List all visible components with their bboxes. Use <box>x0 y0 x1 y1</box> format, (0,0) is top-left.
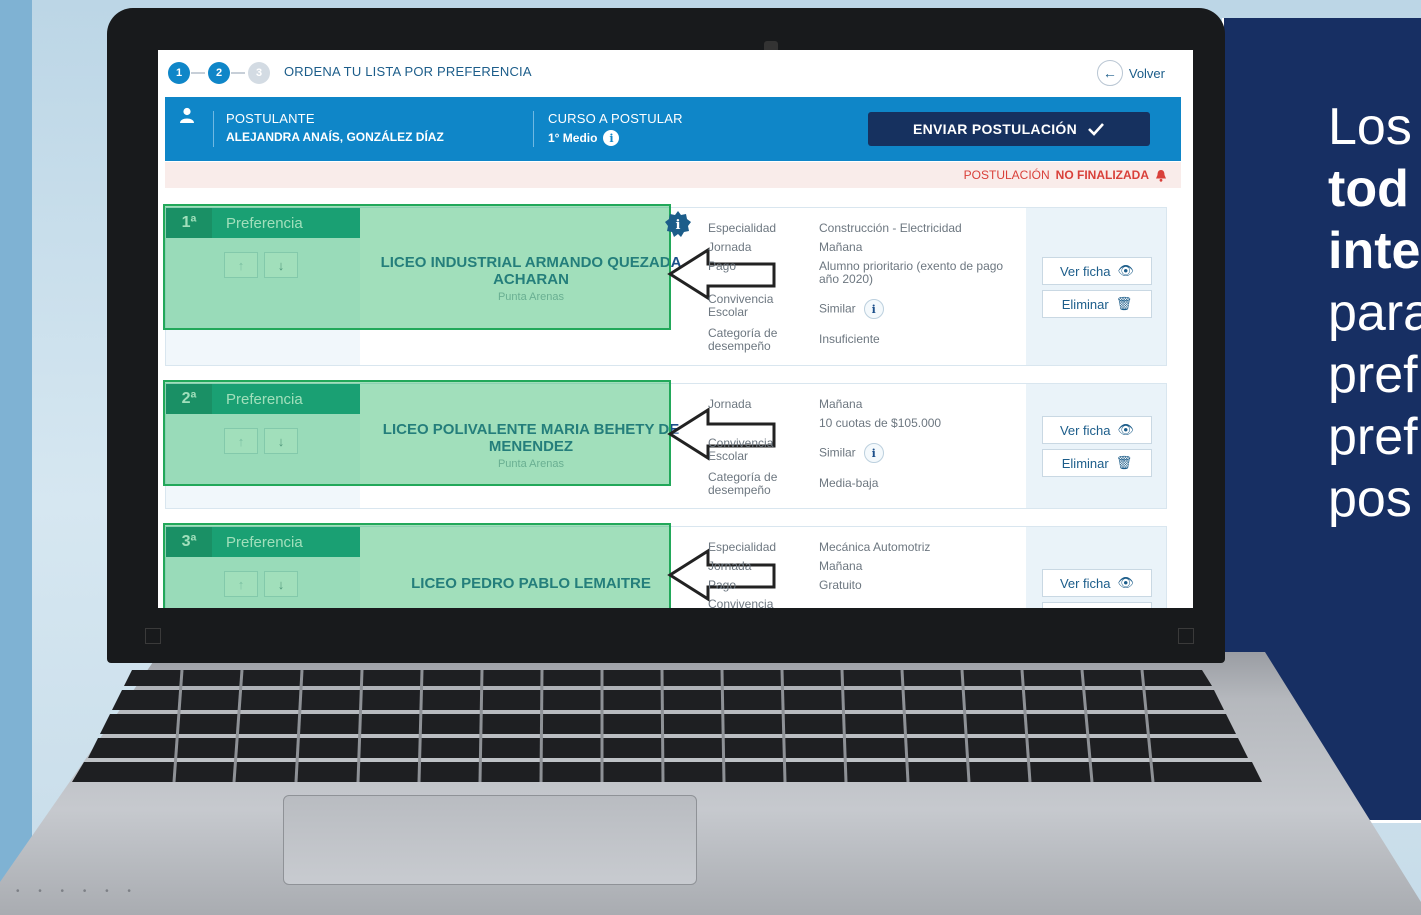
bell-icon <box>1156 169 1166 182</box>
attr-value: Alumno prioritario (exento de pago año 2… <box>819 259 1004 286</box>
status-prefix: POSTULACIÓN <box>963 168 1050 182</box>
svg-text:i: i <box>676 218 681 233</box>
step-connector <box>191 72 205 74</box>
eye-icon: 👁 <box>1117 575 1135 590</box>
side-panel-text: Los tod inte para pref pref pos <box>1328 96 1421 530</box>
attr-value: Similar <box>819 445 856 460</box>
attr-key: Pago <box>708 578 737 592</box>
preference-card-2: 2ª Preferencia ↑ ↓ LICEO POLIVALENTE MAR… <box>163 380 1167 509</box>
status-text: POSTULACIÓN NO FINALIZADA <box>964 168 1167 182</box>
send-application-button[interactable]: ENVIAR POSTULACIÓN <box>868 112 1150 146</box>
attr-key: Especialidad <box>708 540 777 554</box>
steps-title: ORDENA TU LISTA POR PREFERENCIA <box>284 64 532 79</box>
preference-actions: Ver ficha 👁 <box>1026 527 1166 608</box>
preference-actions: Ver ficha 👁 Eliminar 🗑 <box>1026 208 1166 365</box>
eye-icon: 👁 <box>1117 422 1135 437</box>
left-stripe <box>0 0 32 915</box>
highlight-overlay <box>163 380 671 486</box>
highlight-overlay <box>163 523 671 608</box>
view-detail-button[interactable]: Ver ficha 👁 <box>1042 416 1152 444</box>
view-detail-button[interactable]: Ver ficha 👁 <box>1042 569 1152 597</box>
decorative-dots: • • • • • • <box>16 886 139 897</box>
view-detail-label: Ver ficha <box>1059 422 1111 438</box>
step-3[interactable]: 3 <box>248 62 270 84</box>
delete-label: Eliminar <box>1061 296 1109 312</box>
highlight-overlay <box>163 204 671 330</box>
attr-key: Convivencia Escolar <box>708 436 774 463</box>
attr-value: Mañana <box>819 397 863 411</box>
send-label: ENVIAR POSTULACIÓN <box>912 121 1078 137</box>
course-block: CURSO A POSTULAR 1° Medio i <box>533 111 683 147</box>
step-connector <box>231 72 245 74</box>
attr-value: Construcción - Electricidad <box>819 221 962 235</box>
info-icon[interactable]: i <box>863 299 884 319</box>
touchpad <box>283 795 697 885</box>
attr-value: Insuficiente <box>819 332 880 346</box>
attr-key: Categoría de desempeño <box>708 470 778 497</box>
attr-key: Convivencia <box>708 597 774 609</box>
attr-key: Jornada <box>708 397 752 411</box>
user-icon <box>180 107 194 123</box>
side-text-line-bold: inte <box>1328 222 1421 280</box>
step-1[interactable]: 1 <box>168 62 190 84</box>
attr-key: Pago <box>708 259 737 273</box>
attr-value: Mecánica Automotriz <box>819 540 931 554</box>
steps-bar: 1 2 3 ORDENA TU LISTA POR PREFERENCIA ← … <box>158 50 1193 96</box>
back-label: Volver <box>1128 65 1165 81</box>
keyboard <box>72 669 1262 783</box>
delete-button[interactable]: Eliminar 🗑 <box>1042 290 1152 318</box>
view-detail-label: Ver ficha <box>1059 575 1111 591</box>
attr-value: Gratuito <box>819 578 862 592</box>
side-text-line: pref <box>1328 408 1418 466</box>
attr-key: Jornada <box>708 559 752 573</box>
attr-value: Mañana <box>819 559 863 573</box>
attr-key: Categoría de desempeño <box>708 326 778 353</box>
arrow-left-icon <box>667 548 776 602</box>
eye-icon: 👁 <box>1117 263 1135 278</box>
trash-icon: 🗑 <box>1115 455 1133 470</box>
delete-label: Eliminar <box>1061 455 1109 471</box>
info-icon[interactable]: i <box>863 443 884 463</box>
trash-icon: 🗑 <box>1115 296 1133 311</box>
course-value: 1° Medio <box>548 131 598 145</box>
status-emphasis: NO FINALIZADA <box>1055 168 1149 182</box>
applicant-header: POSTULANTE ALEJANDRA ANAÍS, GONZÁLEZ DÍA… <box>165 97 1181 161</box>
hinge-left <box>145 628 161 644</box>
attr-value: Media-baja <box>819 476 879 490</box>
check-icon <box>1088 123 1104 136</box>
side-text-line: Los <box>1328 98 1412 156</box>
delete-button[interactable] <box>1042 602 1152 608</box>
applicant-label: POSTULANTE <box>226 111 315 126</box>
delete-button[interactable]: Eliminar 🗑 <box>1042 449 1152 477</box>
attr-key: Especialidad <box>708 221 777 235</box>
attr-value: Similar <box>819 301 856 316</box>
side-text-line: pos <box>1328 470 1412 528</box>
info-icon[interactable]: i <box>603 130 620 146</box>
preference-card-3: 3ª Preferencia ↑ ↓ LICEO PEDRO PABLO LEM… <box>163 523 1167 609</box>
step-2[interactable]: 2 <box>208 62 230 84</box>
attr-key: Convivencia Escolar <box>708 292 774 319</box>
applicant-block: POSTULANTE ALEJANDRA ANAÍS, GONZÁLEZ DÍA… <box>213 111 444 147</box>
attr-value: Mañana <box>819 240 863 254</box>
view-detail-button[interactable]: Ver ficha 👁 <box>1042 257 1152 285</box>
view-detail-label: Ver ficha <box>1059 263 1111 279</box>
info-badge-icon: i <box>665 211 691 237</box>
status-bar: POSTULACIÓN NO FINALIZADA <box>165 162 1181 188</box>
side-text-line-bold: tod <box>1328 160 1409 218</box>
back-button[interactable]: ← Volver <box>1096 60 1165 86</box>
side-text-line: para <box>1328 284 1421 342</box>
hinge-right <box>1178 628 1194 644</box>
arrow-left-icon: ← <box>1096 60 1123 86</box>
attr-key: Jornada <box>708 240 752 254</box>
laptop-screen: 1 2 3 ORDENA TU LISTA POR PREFERENCIA ← … <box>158 50 1193 608</box>
preference-actions: Ver ficha 👁 Eliminar 🗑 <box>1026 384 1166 508</box>
applicant-name: ALEJANDRA ANAÍS, GONZÁLEZ DÍAZ <box>226 130 444 144</box>
preference-card-1: 1ª Preferencia ↑ ↓ LICEO INDUSTRIAL ARMA… <box>163 204 1167 366</box>
side-text-line: pref <box>1328 346 1418 404</box>
course-label: CURSO A POSTULAR <box>548 111 683 126</box>
attr-value: 10 cuotas de $105.000 <box>819 416 942 430</box>
